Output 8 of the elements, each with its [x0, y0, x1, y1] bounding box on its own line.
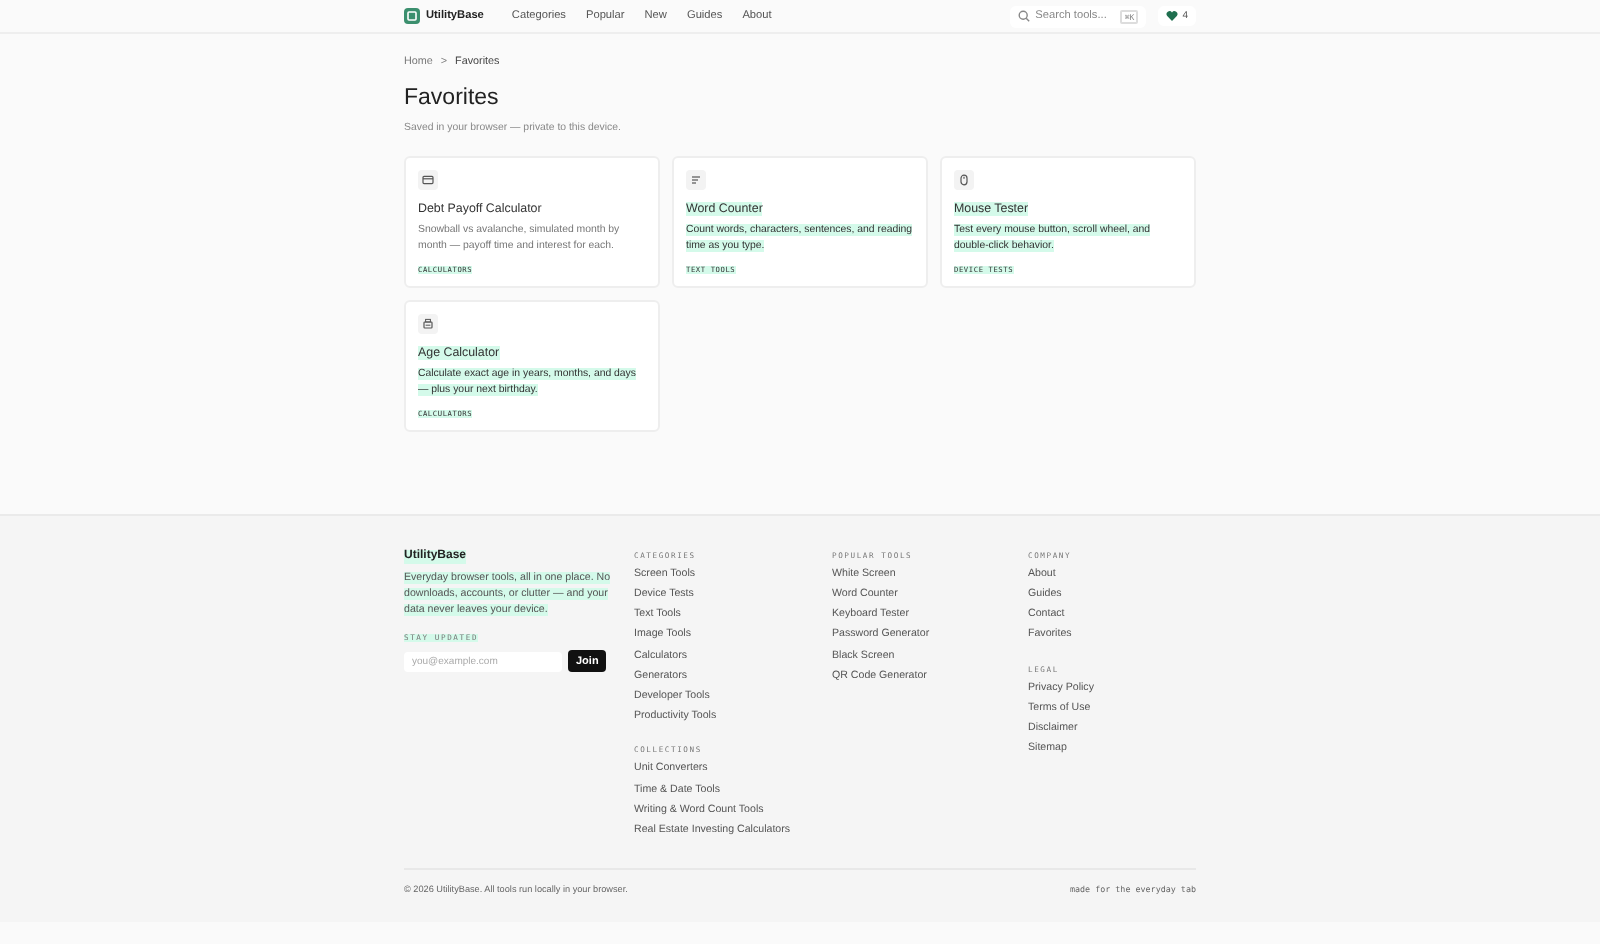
heart-icon: [1166, 10, 1179, 22]
credit-card-icon: [422, 173, 434, 186]
search-icon: [1017, 10, 1030, 22]
lines-icon: [690, 173, 702, 186]
page-title: Favorites: [404, 86, 501, 115]
mouse-icon: [958, 173, 970, 186]
logo-icon[interactable]: [404, 8, 420, 24]
printer-icon: [422, 317, 434, 330]
